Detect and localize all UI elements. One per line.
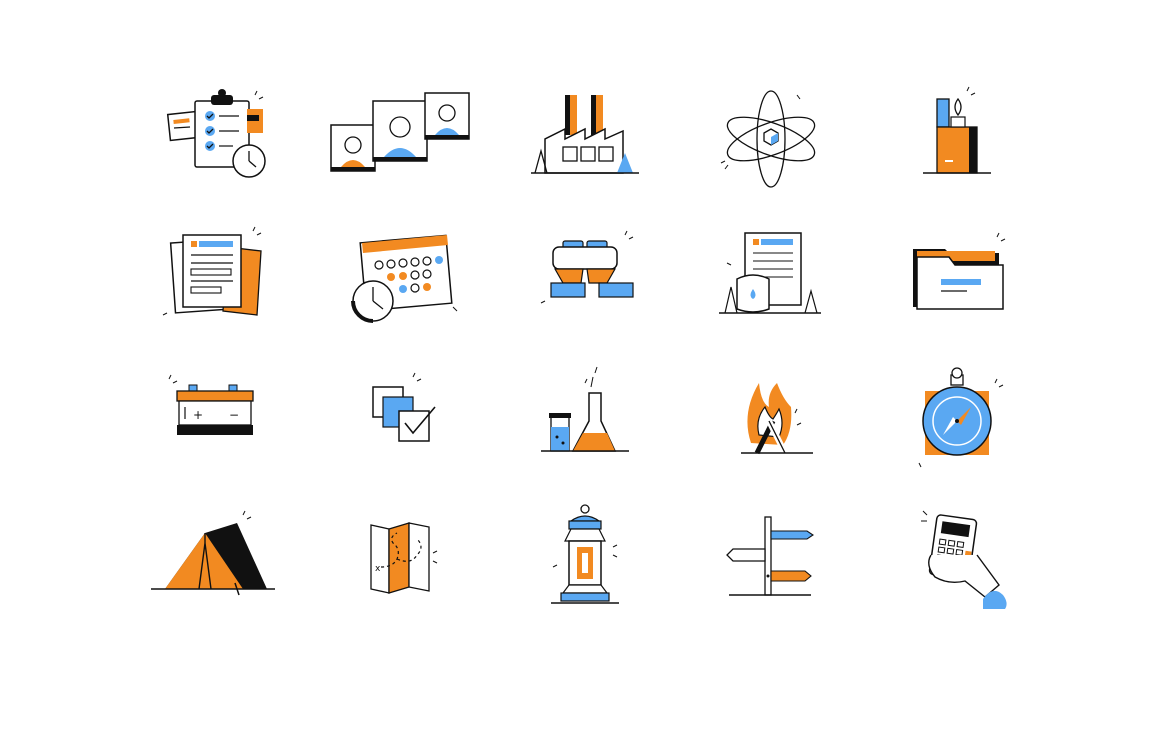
treasure-map-icon: x xyxy=(306,488,492,628)
checklist-clipboard-icon xyxy=(120,68,306,208)
factory-icon xyxy=(492,68,678,208)
svg-text:+: + xyxy=(193,408,203,422)
layers-check-icon xyxy=(306,348,492,488)
atom-icon xyxy=(678,68,864,208)
tent-icon xyxy=(120,488,306,628)
compass-icon xyxy=(864,348,1050,488)
chemistry-flasks-icon xyxy=(492,348,678,488)
profile-photos-icon xyxy=(306,68,492,208)
campfire-icon xyxy=(678,348,864,488)
icon-grid: + − x xyxy=(120,68,1050,638)
folder-icon xyxy=(864,208,1050,348)
battery-icon: + − xyxy=(120,348,306,488)
svg-text:−: − xyxy=(229,408,239,422)
lantern-icon xyxy=(492,488,678,628)
binoculars-icon xyxy=(492,208,678,348)
calendar-clock-icon xyxy=(306,208,492,348)
lighter-icon xyxy=(864,68,1050,208)
signpost-icon xyxy=(678,488,864,628)
svg-text:x: x xyxy=(375,564,381,574)
calculator-hand-icon xyxy=(864,488,1050,628)
documents-icon xyxy=(120,208,306,348)
water-report-icon xyxy=(678,208,864,348)
